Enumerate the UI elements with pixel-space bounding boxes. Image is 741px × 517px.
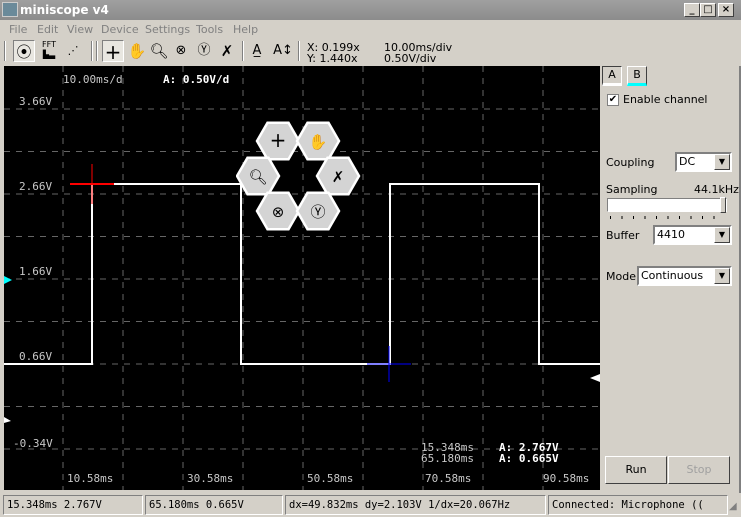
status-bar: 15.348ms 2.767V 65.180ms 0.665V dx=49.83…: [0, 493, 741, 517]
toolbar: ⦿ FFT ▙▃ ⋰ + ✋ 🔍︎ ⊗ Ⓨ ✗ A̲ A↕ X: 0.199x Y…: [0, 38, 741, 66]
channel-b-button[interactable]: B: [627, 66, 647, 86]
channel-panel: A B ✔ Enable channel Coupling DC ▼ Sampli…: [600, 66, 741, 493]
oscilloscope-icon[interactable]: ⦿: [13, 40, 35, 62]
mode-label: Mode: [606, 270, 636, 283]
zoom-x-icon: ⊗: [272, 203, 285, 221]
app-icon: [2, 2, 18, 17]
xy-plot-icon[interactable]: ⋰: [62, 40, 84, 62]
toolbar-grip: [4, 41, 6, 61]
status-connection: Connected: Microphone ((: [548, 495, 728, 515]
menu-view[interactable]: View: [67, 23, 93, 36]
hex-button-zoom-reset[interactable]: ✗: [315, 156, 361, 196]
chevron-down-icon: ▼: [714, 154, 730, 170]
y-label: 3.66V: [19, 95, 53, 108]
mode-select[interactable]: Continuous ▼: [637, 266, 732, 286]
x-label: 30.58ms: [187, 472, 234, 485]
menu-device[interactable]: Device: [101, 23, 139, 36]
status-cursor2: 65.180ms 0.665V: [145, 495, 283, 515]
y-label: -0.34V: [13, 437, 53, 450]
window-title: miniscope v4: [20, 3, 109, 17]
hex-button-zoom-y[interactable]: Ⓨ: [295, 191, 341, 231]
run-button[interactable]: Run: [605, 456, 667, 484]
zoom-y-icon[interactable]: Ⓨ: [193, 40, 215, 62]
menu-help[interactable]: Help: [233, 23, 258, 36]
menu-settings[interactable]: Settings: [145, 23, 190, 36]
y-label: 2.66V: [19, 180, 53, 193]
zoom-x-icon[interactable]: ⊗: [170, 40, 192, 62]
enable-channel-checkbox[interactable]: ✔: [607, 94, 619, 106]
trigger-marker-right: [590, 374, 600, 382]
hex-tool-menu: + ✋ 🔍︎ ✗ ⊗ Ⓨ: [236, 121, 361, 231]
status-delta: dx=49.832ms dy=2.103V 1/dx=20.067Hz: [285, 495, 546, 515]
coupling-value: DC: [679, 155, 696, 168]
hand-pan-icon[interactable]: ✋: [126, 40, 148, 62]
time-div-label: 10.00ms/d: [63, 73, 123, 86]
channel-b-offset-marker: [4, 276, 12, 284]
y-label: 0.66V: [19, 350, 53, 363]
x-label: 50.58ms: [307, 472, 354, 485]
menu-tools[interactable]: Tools: [196, 23, 223, 36]
chevron-down-icon: ▼: [714, 268, 730, 284]
coupling-label: Coupling: [606, 156, 655, 169]
crosshair-icon: +: [270, 128, 287, 152]
buffer-select[interactable]: 4410 ▼: [653, 225, 732, 245]
zoom-icon[interactable]: 🔍︎: [148, 40, 170, 62]
x-label: 90.58ms: [543, 472, 590, 485]
channel-a-button[interactable]: A: [602, 66, 622, 86]
cursor2-value: A: 0.665V: [499, 452, 559, 465]
buffer-value: 4410: [657, 228, 685, 241]
zoom-y-icon: Ⓨ: [310, 203, 325, 221]
chevron-down-icon: ▼: [714, 227, 730, 243]
x-label: 70.58ms: [425, 472, 472, 485]
trigger-marker-left: [4, 417, 11, 423]
toolbar-separator: [242, 41, 244, 61]
menu-file[interactable]: File: [9, 23, 27, 36]
enable-channel-label: Enable channel: [623, 93, 708, 106]
status-cursor1: 15.348ms 2.767V: [3, 495, 143, 515]
menu-edit[interactable]: Edit: [37, 23, 58, 36]
close-button[interactable]: ×: [718, 3, 734, 17]
x-label: 10.58ms: [67, 472, 114, 485]
cursor-a-horizontal-icon[interactable]: A̲: [246, 40, 268, 62]
hex-button-crosshair[interactable]: +: [255, 121, 301, 161]
title-bar: miniscope v4 _ □ ×: [0, 0, 741, 20]
menu-bar: File Edit View Device Settings Tools Hel…: [0, 20, 741, 38]
toolbar-separator: [91, 41, 93, 61]
hand-pan-icon: ✋: [309, 133, 328, 151]
minimize-button[interactable]: _: [684, 3, 700, 17]
zoom-icon: 🔍︎: [248, 168, 267, 186]
y-label: 1.66V: [19, 265, 53, 278]
stop-button[interactable]: Stop: [668, 456, 730, 484]
slider-ticks: [610, 216, 725, 219]
maximize-button[interactable]: □: [700, 3, 716, 17]
y-zoom-readout: Y: 1.440x: [307, 52, 358, 65]
cursor-a-vertical-icon[interactable]: A↕: [272, 40, 294, 62]
sampling-label: Sampling: [606, 183, 658, 196]
fft-icon[interactable]: FFT ▙▃: [38, 40, 60, 62]
cursor2-time: 65.180ms: [421, 452, 474, 465]
volt-div-label: A: 0.50V/d: [163, 73, 230, 86]
toolbar-grip: [96, 41, 98, 61]
sampling-value: 44.1kHz: [694, 183, 739, 196]
hex-button-zoom-x[interactable]: ⊗: [255, 191, 301, 231]
toolbar-separator: [298, 41, 300, 61]
crosshair-icon[interactable]: +: [102, 40, 124, 63]
zoom-reset-icon[interactable]: ✗: [216, 40, 238, 62]
coupling-select[interactable]: DC ▼: [675, 152, 732, 172]
slider-thumb[interactable]: [720, 197, 726, 213]
hex-button-hand-pan[interactable]: ✋: [295, 121, 341, 161]
buffer-label: Buffer: [606, 229, 640, 242]
resize-grip-icon[interactable]: ◢: [729, 501, 737, 512]
mode-value: Continuous: [641, 269, 704, 282]
fft-label: FFT: [42, 40, 56, 49]
volts-readout: 0.50V/div: [384, 52, 437, 65]
sampling-slider[interactable]: [607, 197, 727, 213]
hex-button-zoom[interactable]: 🔍︎: [236, 156, 281, 196]
zoom-reset-icon: ✗: [332, 168, 345, 186]
